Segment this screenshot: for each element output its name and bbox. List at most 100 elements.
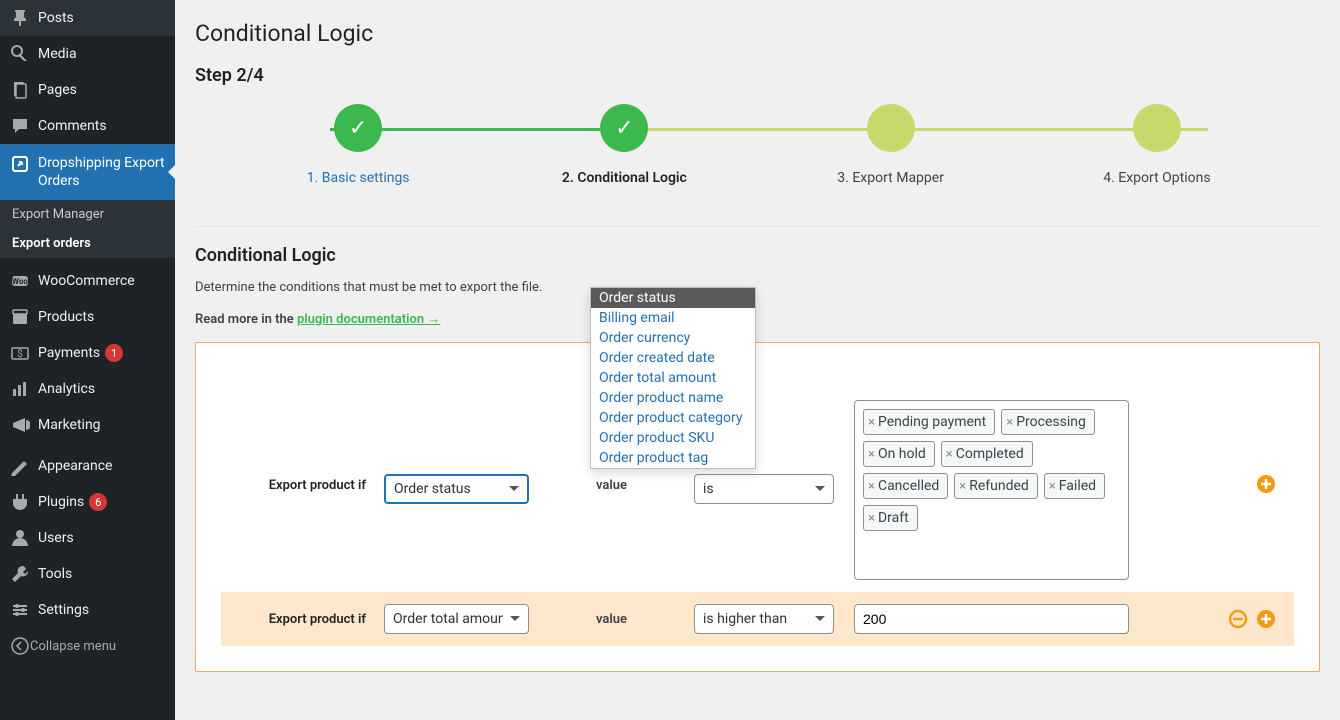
check-icon: ✓	[600, 104, 648, 152]
select-value: Order status	[394, 481, 471, 497]
field-select[interactable]: Order status	[384, 474, 529, 504]
step-conditional-logic[interactable]: ✓ 2. Conditional Logic	[491, 104, 757, 186]
export-icon	[10, 154, 30, 174]
pages-icon	[10, 80, 30, 100]
badge: 6	[89, 493, 107, 511]
collapse-icon	[10, 636, 30, 656]
tag-remove-icon[interactable]: ×	[1006, 415, 1013, 430]
dropdown-option[interactable]: Order product SKU	[591, 428, 755, 448]
sidebar-label: Users	[38, 530, 74, 546]
dropdown-option[interactable]: Billing email	[591, 308, 755, 328]
sidebar-sub-export-manager[interactable]: Export Manager	[0, 200, 175, 229]
tag-item: ×Pending payment	[863, 409, 995, 435]
dropdown-option[interactable]: Order created date	[591, 348, 755, 368]
tools-icon	[10, 564, 30, 584]
tag-remove-icon[interactable]: ×	[868, 479, 875, 494]
sidebar-label: Appearance	[38, 458, 112, 474]
condition-row: Export product if Order total amount val…	[221, 592, 1294, 646]
step-export-options[interactable]: 4. Export Options	[1024, 104, 1290, 186]
sidebar-item-marketing[interactable]: Marketing	[0, 407, 175, 443]
sidebar-item-payments[interactable]: $ Payments 1	[0, 335, 175, 371]
media-icon	[10, 44, 30, 64]
dropdown-option[interactable]: Order product tag	[591, 448, 755, 468]
operator-select[interactable]: is	[694, 474, 834, 504]
conditions-container: Export product if Order status value is …	[195, 342, 1320, 672]
field-select[interactable]: Order total amount	[384, 604, 529, 634]
tag-remove-icon[interactable]: ×	[868, 447, 875, 462]
step-label: 2. Conditional Logic	[491, 170, 757, 186]
sidebar-label: Products	[38, 309, 94, 325]
plugins-icon	[10, 492, 30, 512]
sidebar-item-appearance[interactable]: Appearance	[0, 448, 175, 484]
tag-item: ×Draft	[863, 505, 918, 531]
step-label: 1. Basic settings	[225, 170, 491, 186]
step-export-mapper[interactable]: 3. Export Mapper	[758, 104, 1024, 186]
tag-item: ×On hold	[863, 441, 935, 467]
condition-label: Export product if	[239, 400, 384, 493]
step-indicator: Step 2/4	[195, 65, 1320, 86]
value-input[interactable]	[854, 604, 1129, 634]
sidebar-submenu: Export Manager Export orders	[0, 200, 175, 258]
tag-item: ×Refunded	[954, 473, 1038, 499]
tag-remove-icon[interactable]: ×	[868, 511, 875, 526]
dropdown-option[interactable]: Order product category	[591, 408, 755, 428]
sidebar-label: Plugins	[38, 494, 84, 510]
tag-remove-icon[interactable]: ×	[868, 415, 875, 430]
sidebar-label: Settings	[38, 602, 89, 618]
tag-item: ×Completed	[941, 441, 1033, 467]
sidebar-item-users[interactable]: Users	[0, 520, 175, 556]
dropdown-option[interactable]: Order product name	[591, 388, 755, 408]
sidebar-item-comments[interactable]: Comments	[0, 108, 175, 144]
settings-icon	[10, 600, 30, 620]
sidebar-item-pages[interactable]: Pages	[0, 72, 175, 108]
remove-condition-button[interactable]	[1228, 609, 1248, 629]
tag-remove-icon[interactable]: ×	[1049, 479, 1056, 494]
sidebar-item-woocommerce[interactable]: Woo WooCommerce	[0, 263, 175, 299]
payments-icon: $	[10, 343, 30, 363]
sidebar-item-media[interactable]: Media	[0, 36, 175, 72]
field-dropdown[interactable]: Order status Billing email Order currenc…	[590, 287, 756, 469]
add-condition-button[interactable]	[1256, 474, 1276, 494]
sidebar-label: Marketing	[38, 417, 101, 433]
doc-link[interactable]: plugin documentation →	[297, 312, 440, 327]
tag-multiselect[interactable]: ×Pending payment ×Processing ×On hold ×C…	[854, 400, 1129, 580]
sidebar-item-dropshipping[interactable]: Dropshipping Export Orders	[0, 144, 175, 200]
sidebar-item-tools[interactable]: Tools	[0, 556, 175, 592]
condition-label: Export product if	[239, 612, 384, 627]
sidebar-item-plugins[interactable]: Plugins 6	[0, 484, 175, 520]
analytics-icon	[10, 379, 30, 399]
sidebar-item-analytics[interactable]: Analytics	[0, 371, 175, 407]
check-icon: ✓	[334, 104, 382, 152]
sidebar-label: Posts	[38, 10, 74, 26]
tag-remove-icon[interactable]: ×	[946, 447, 953, 462]
dropdown-option[interactable]: Order status	[591, 288, 755, 308]
sidebar-label: Dropshipping Export Orders	[38, 154, 165, 190]
value-label: value	[584, 612, 639, 627]
sidebar-label: Comments	[38, 118, 107, 134]
sidebar-label: Payments	[38, 345, 100, 361]
comments-icon	[10, 116, 30, 136]
step-basic-settings[interactable]: ✓ 1. Basic settings	[225, 104, 491, 186]
add-condition-button[interactable]	[1256, 609, 1276, 629]
step-label: 4. Export Options	[1024, 170, 1290, 186]
users-icon	[10, 528, 30, 548]
admin-sidebar: Posts Media Pages Comments Dropshipping …	[0, 0, 175, 720]
sidebar-item-products[interactable]: Products	[0, 299, 175, 335]
dropdown-option[interactable]: Order total amount	[591, 368, 755, 388]
collapse-menu[interactable]: Collapse menu	[0, 628, 175, 664]
svg-text:Woo: Woo	[12, 277, 28, 286]
doc-prefix: Read more in the	[195, 312, 297, 327]
step-circle	[867, 104, 915, 152]
sidebar-item-posts[interactable]: Posts	[0, 0, 175, 36]
tag-remove-icon[interactable]: ×	[959, 479, 966, 494]
marketing-icon	[10, 415, 30, 435]
sidebar-label: Pages	[38, 82, 77, 98]
sidebar-sub-export-orders[interactable]: Export orders	[0, 229, 175, 258]
sidebar-item-settings[interactable]: Settings	[0, 592, 175, 628]
step-label: 3. Export Mapper	[758, 170, 1024, 186]
wizard-steps: ✓ 1. Basic settings ✓ 2. Conditional Log…	[195, 104, 1320, 206]
badge: 1	[105, 344, 123, 362]
operator-select[interactable]: is higher than	[694, 604, 834, 634]
divider	[195, 226, 1320, 227]
dropdown-option[interactable]: Order currency	[591, 328, 755, 348]
